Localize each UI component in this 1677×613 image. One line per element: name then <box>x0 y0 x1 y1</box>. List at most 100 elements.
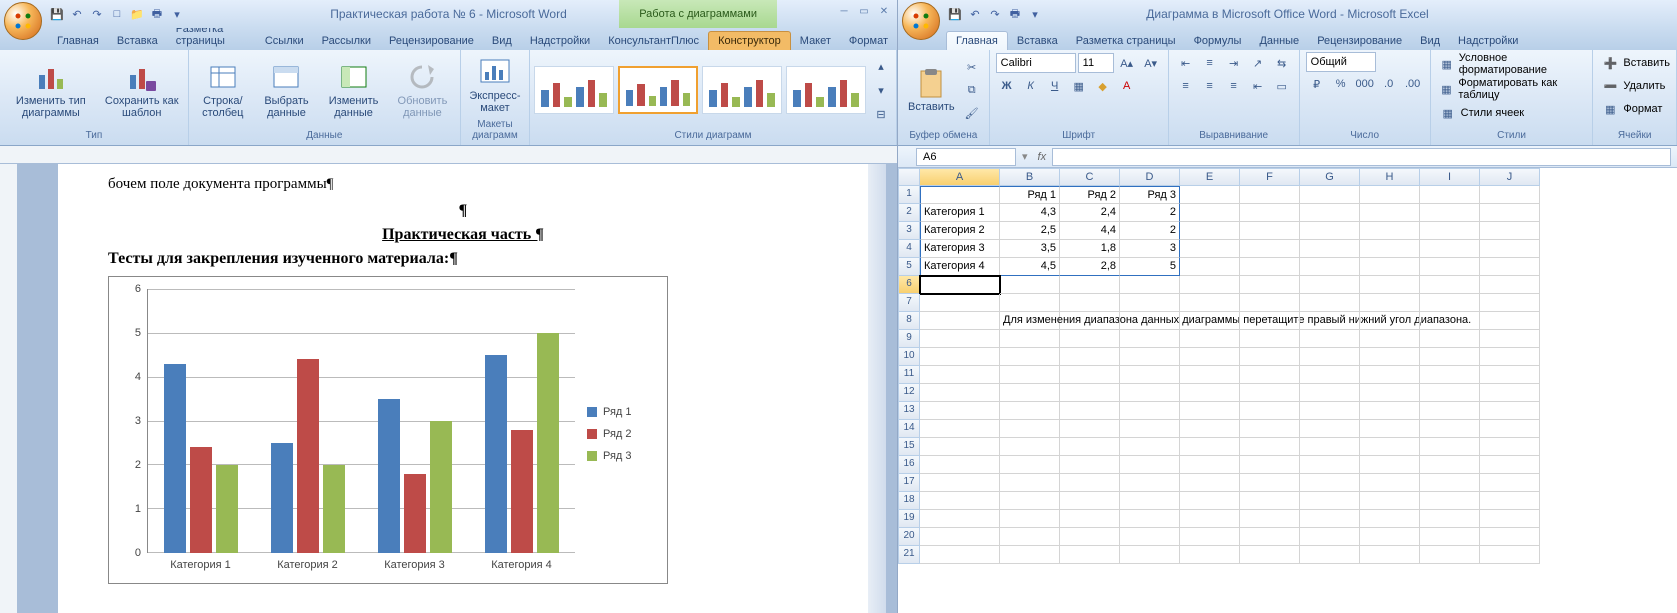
cell[interactable] <box>920 366 1000 384</box>
cell[interactable]: 1,8 <box>1060 240 1120 258</box>
cell[interactable] <box>1480 312 1540 330</box>
cell[interactable] <box>1180 438 1240 456</box>
horizontal-ruler[interactable] <box>0 146 897 164</box>
row-header[interactable]: 14 <box>898 420 920 438</box>
cell[interactable] <box>1180 330 1240 348</box>
cell[interactable] <box>1480 330 1540 348</box>
cell[interactable] <box>1120 312 1180 330</box>
align-left-icon[interactable]: ≡ <box>1175 75 1197 97</box>
close-icon[interactable]: ✕ <box>875 4 893 18</box>
col-header-i[interactable]: I <box>1420 168 1480 186</box>
grow-font-icon[interactable]: A▴ <box>1116 52 1138 74</box>
cell[interactable] <box>920 420 1000 438</box>
indent-dec-icon[interactable]: ⇤ <box>1247 75 1269 97</box>
cell[interactable]: 3,5 <box>1000 240 1060 258</box>
copy-icon[interactable]: ⧉ <box>961 79 983 101</box>
cell[interactable]: 2,5 <box>1000 222 1060 240</box>
cell[interactable] <box>1360 546 1420 564</box>
cell[interactable] <box>1360 438 1420 456</box>
tab-addins-ex[interactable]: Надстройки <box>1449 32 1527 50</box>
quick-layout-button[interactable]: Экспресс-макет <box>465 54 525 116</box>
cell[interactable] <box>1060 438 1120 456</box>
fmt-table-icon[interactable]: ▦ <box>1437 78 1457 100</box>
cell[interactable] <box>1240 240 1300 258</box>
cell[interactable] <box>1240 438 1300 456</box>
cell[interactable] <box>1300 222 1360 240</box>
cell[interactable] <box>1420 492 1480 510</box>
cell[interactable] <box>1180 348 1240 366</box>
cell[interactable] <box>1480 204 1540 222</box>
row-header[interactable]: 17 <box>898 474 920 492</box>
cell[interactable] <box>1180 456 1240 474</box>
cell[interactable] <box>1120 420 1180 438</box>
cell[interactable] <box>1240 384 1300 402</box>
cell[interactable] <box>1060 528 1120 546</box>
cell[interactable]: 2 <box>1120 222 1180 240</box>
cell[interactable] <box>1360 222 1420 240</box>
cell[interactable] <box>1480 366 1540 384</box>
cell[interactable] <box>1360 474 1420 492</box>
cell[interactable] <box>1360 240 1420 258</box>
cell[interactable] <box>1180 492 1240 510</box>
cell[interactable] <box>1000 474 1060 492</box>
cell[interactable] <box>920 402 1000 420</box>
cell[interactable] <box>1240 402 1300 420</box>
cell[interactable] <box>1240 348 1300 366</box>
tab-design[interactable]: Конструктор <box>708 31 791 50</box>
cell[interactable] <box>1240 186 1300 204</box>
save-template-button[interactable]: Сохранить как шаблон <box>100 59 184 121</box>
fx-icon[interactable]: fx <box>1038 151 1047 163</box>
cell[interactable] <box>1300 276 1360 294</box>
cell[interactable] <box>1000 402 1060 420</box>
cell[interactable] <box>1240 474 1300 492</box>
save-icon[interactable]: 💾 <box>946 5 964 23</box>
cell[interactable] <box>1300 474 1360 492</box>
row-header[interactable]: 7 <box>898 294 920 312</box>
cell[interactable] <box>1240 510 1300 528</box>
cell[interactable] <box>1180 402 1240 420</box>
redo-icon[interactable]: ↷ <box>88 5 106 23</box>
cell[interactable] <box>1000 510 1060 528</box>
print-icon[interactable]: 🖶 <box>148 5 166 23</box>
cell[interactable] <box>1240 330 1300 348</box>
row-header[interactable]: 12 <box>898 384 920 402</box>
cell[interactable] <box>920 528 1000 546</box>
font-color-icon[interactable]: A <box>1116 75 1138 97</box>
cell[interactable] <box>1480 222 1540 240</box>
cell[interactable]: 2 <box>1120 204 1180 222</box>
cell[interactable]: Ряд 2 <box>1060 186 1120 204</box>
font-size-combo[interactable]: 11 <box>1078 53 1114 73</box>
cell[interactable] <box>1360 456 1420 474</box>
row-header[interactable]: 18 <box>898 492 920 510</box>
cell[interactable] <box>1360 420 1420 438</box>
cell[interactable] <box>1480 474 1540 492</box>
cell[interactable] <box>1060 330 1120 348</box>
cell[interactable] <box>1360 492 1420 510</box>
cell[interactable] <box>1180 474 1240 492</box>
wrap-icon[interactable]: ⇆ <box>1271 52 1293 74</box>
cell[interactable] <box>1420 330 1480 348</box>
cell[interactable] <box>1000 276 1060 294</box>
vertical-scrollbar[interactable] <box>868 164 886 613</box>
col-header-g[interactable]: G <box>1300 168 1360 186</box>
cell[interactable] <box>1120 330 1180 348</box>
open-icon[interactable]: 📁 <box>128 5 146 23</box>
chart-style-3[interactable] <box>702 66 782 114</box>
cell[interactable] <box>1300 348 1360 366</box>
cell[interactable] <box>1180 366 1240 384</box>
tab-home[interactable]: Главная <box>48 32 108 50</box>
cell[interactable] <box>1360 294 1420 312</box>
align-bot-icon[interactable]: ⇥ <box>1223 52 1245 74</box>
cell[interactable] <box>1360 366 1420 384</box>
cell[interactable] <box>1420 240 1480 258</box>
cell[interactable]: Категория 2 <box>920 222 1000 240</box>
percent-icon[interactable]: % <box>1330 73 1352 95</box>
tab-review[interactable]: Рецензирование <box>380 32 483 50</box>
document-page[interactable]: бочем поле документа программы¶ ¶ Практи… <box>58 164 868 613</box>
cell[interactable] <box>1180 222 1240 240</box>
chart-style-1[interactable] <box>534 66 614 114</box>
font-name-combo[interactable]: Calibri <box>996 53 1076 73</box>
formula-bar[interactable] <box>1052 148 1671 166</box>
row-header[interactable]: 2 <box>898 204 920 222</box>
redo-icon[interactable]: ↷ <box>986 5 1004 23</box>
